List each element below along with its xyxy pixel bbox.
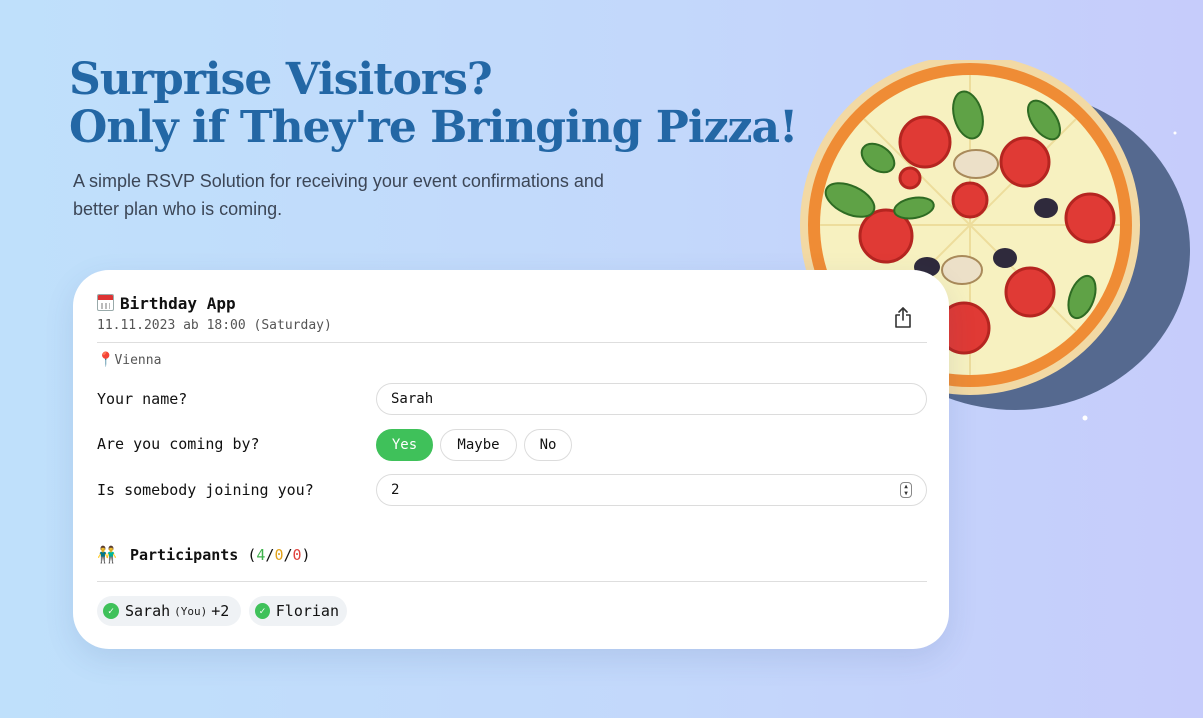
people-icon: 👬 [97,545,117,564]
name-label: Your name? [97,390,188,408]
counts-separator: / [283,546,293,564]
divider [97,581,927,582]
option-maybe-button[interactable]: Maybe [440,429,517,461]
participant-chip: ✓ Sarah (You) +2 [97,596,241,626]
participants-label: Participants [129,546,239,564]
participant-chip: ✓ Florian [249,596,347,626]
stepper-icon[interactable]: ▲ ▼ [900,482,912,498]
participants-counts: (4/0/0) [247,546,310,564]
hero-title-line2: Only if They're Bringing Pizza! [69,102,798,153]
name-input[interactable]: Sarah [376,383,927,415]
rsvp-card: Birthday App 11.11.2023 ab 18:00 (Saturd… [73,270,949,649]
share-icon [895,307,911,328]
hero-title: Surprise Visitors? Only if They're Bring… [69,54,798,153]
option-yes-button[interactable]: Yes [376,429,433,461]
participants-heading: 👬 Participants (4/0/0) [97,545,311,564]
hero-title-line1: Surprise Visitors? [69,54,493,105]
event-date: 11.11.2023 ab 18:00 (Saturday) [97,318,332,333]
share-button[interactable] [889,304,917,332]
participant-extra: +2 [211,602,230,620]
check-icon: ✓ [255,603,270,619]
count-no: 0 [292,546,302,564]
location-pin-icon: 📍 [97,352,115,368]
event-title-text: Birthday App [120,294,236,313]
check-icon: ✓ [103,603,119,619]
divider [97,342,927,343]
event-location-text: Vienna [114,353,162,368]
joining-label: Is somebody joining you? [97,481,314,499]
joining-stepper[interactable]: 2 ▲ ▼ [376,474,927,506]
participant-name: Florian [275,602,339,620]
coming-label: Are you coming by? [97,435,260,453]
calendar-icon [97,294,114,311]
participant-name: Sarah [125,602,171,620]
event-location: 📍Vienna [97,352,161,368]
joining-value: 2 [391,482,400,498]
option-no-button[interactable]: No [524,429,572,461]
event-title: Birthday App [97,294,236,313]
you-label: (You) [174,604,208,618]
hero-subtitle: A simple RSVP Solution for receiving you… [73,171,604,219]
counts-close-paren: ) [301,546,311,564]
